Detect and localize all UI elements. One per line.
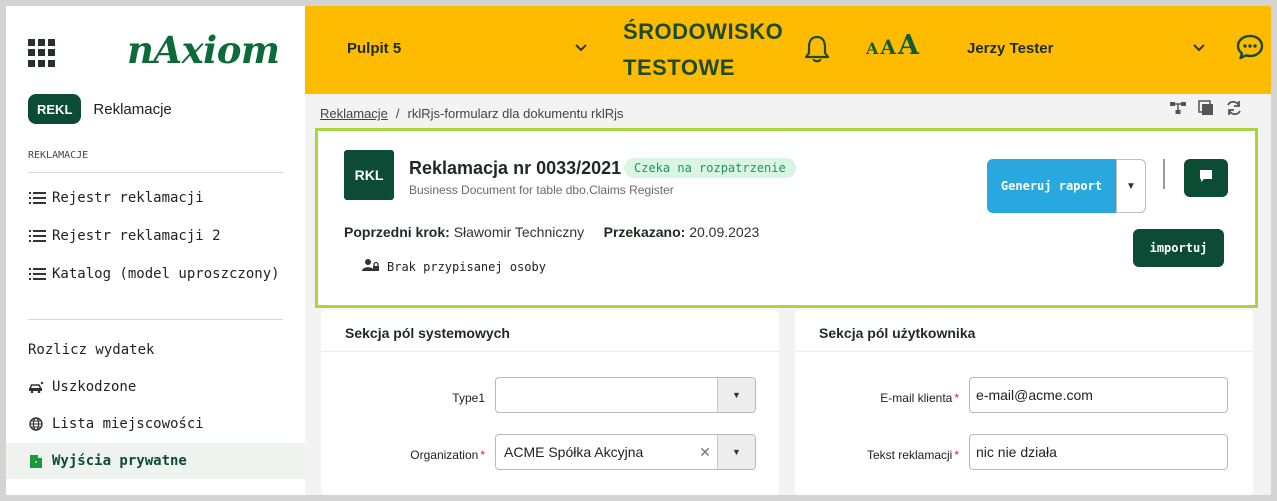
sidebar-item-rozlicz-wydatek[interactable]: Rozlicz wydatek (6, 332, 305, 368)
document-subtitle: Business Document for table dbo.Claims R… (409, 183, 674, 197)
passed-label: Przekazano: (603, 224, 686, 240)
sidebar-item-label: Rejestr reklamacji (52, 190, 204, 206)
workflow-info: Poprzedni krok: Sławomir Techniczny Prze… (344, 224, 759, 240)
hierarchy-icon[interactable] (1169, 100, 1187, 121)
divider (28, 319, 283, 320)
message-icon (1199, 169, 1213, 188)
passed-value: 20.09.2023 (689, 224, 760, 240)
email-field[interactable]: e-mail@acme.com (969, 377, 1228, 413)
refresh-icon[interactable] (1225, 100, 1243, 121)
email-label-text: E-mail klienta (880, 391, 953, 405)
caret-down-icon[interactable]: ▼ (1116, 159, 1146, 213)
generate-report-button[interactable]: Generuj raport (987, 159, 1116, 213)
sidebar-item-uszkodzone[interactable]: Uszkodzone (6, 369, 305, 405)
divider (28, 172, 283, 173)
list-icon (28, 230, 46, 242)
sidebar-item-wyjscia-prywatne[interactable]: Wyjścia prywatne (6, 443, 305, 479)
environment-label: ŚRODOWISKO TESTOWE (623, 14, 783, 86)
clear-icon[interactable]: ✕ (693, 444, 717, 461)
toolbar (1169, 100, 1243, 121)
app-logo: nAxiom (127, 28, 280, 72)
dashboard-selector[interactable]: Pulpit 5 (347, 40, 401, 57)
type1-select[interactable]: ▼ (495, 377, 756, 413)
system-fields-section: Sekcja pól systemowych Type1 ▼ Organizat… (321, 310, 779, 495)
type1-label-text: Type1 (452, 391, 485, 405)
font-medium-button[interactable]: A (880, 35, 896, 59)
module-tag: REKL (28, 94, 82, 124)
font-size-switcher[interactable]: A A A (866, 30, 919, 61)
documents-icon[interactable] (1197, 100, 1215, 121)
organization-label-text: Organization (410, 448, 479, 462)
sidebar: nAxiom REKL Reklamacje REKLAMACJE Rejest… (6, 6, 305, 495)
document-badge: RKL (344, 150, 394, 200)
caret-down-icon[interactable]: ▼ (717, 378, 755, 412)
complaint-text-field[interactable]: nic nie działa (969, 434, 1228, 470)
organization-value: ACME Spółka Akcyjna (504, 444, 644, 460)
divider (795, 351, 1253, 352)
type1-label: Type1 (361, 391, 485, 405)
breadcrumb: Reklamacje / rklRjs-formularz dla dokume… (320, 106, 624, 121)
assignee-info: Brak przypisanej osoby (362, 258, 546, 275)
module-name: Reklamacje (93, 100, 172, 118)
breadcrumb-link[interactable]: Reklamacje (320, 106, 388, 121)
sidebar-item-label: Wyjścia prywatne (52, 453, 187, 469)
chevron-down-icon[interactable] (1192, 40, 1206, 58)
status-badge: Czeka na rozpatrzenie (624, 158, 796, 178)
sidebar-item-label: Uszkodzone (52, 379, 137, 395)
required-marker: * (480, 448, 485, 462)
sidebar-item-label: Lista miejscowości (52, 416, 204, 432)
user-lock-icon (362, 258, 380, 275)
sidebar-item-rejestr-reklamacji-2[interactable]: Rejestr reklamacji 2 (6, 218, 305, 254)
apps-grid-icon[interactable] (28, 39, 56, 67)
sidebar-item-katalog[interactable]: Katalog (model uproszczony) (6, 256, 305, 292)
document-header: RKL Reklamacja nr 0033/2021 Czeka na roz… (315, 128, 1258, 308)
document-title: Reklamacja nr 0033/2021 (409, 158, 622, 178)
required-marker: * (954, 448, 959, 462)
chevron-down-icon[interactable] (574, 40, 588, 58)
user-menu[interactable]: Jerzy Tester (967, 40, 1053, 57)
comment-button[interactable] (1184, 159, 1228, 197)
user-fields-section: Sekcja pól użytkownika E-mail klienta * e… (795, 310, 1253, 495)
list-icon (28, 192, 46, 204)
complaint-text-label: Tekst reklamacji * (825, 448, 959, 462)
assignee-text: Brak przypisanej osoby (387, 259, 546, 274)
section-title: Sekcja pól systemowych (345, 325, 510, 341)
required-marker: * (954, 391, 959, 405)
section-title: Sekcja pól użytkownika (819, 325, 976, 341)
complaint-text-label-text: Tekst reklamacji (866, 448, 953, 462)
module-header: REKL Reklamacje (28, 94, 172, 124)
sidebar-item-label: Rozlicz wydatek (28, 342, 155, 358)
car-crash-icon (28, 381, 44, 393)
sidebar-item-label: Rejestr reklamacji 2 (52, 228, 221, 244)
import-button[interactable]: importuj (1133, 229, 1224, 267)
font-small-button[interactable]: A (866, 39, 878, 58)
environment-line-1: ŚRODOWISKO (623, 19, 784, 44)
bell-icon[interactable] (803, 34, 831, 69)
prev-step-label: Poprzedni krok: (344, 224, 450, 240)
sidebar-item-rejestr-reklamacji[interactable]: Rejestr reklamacji (6, 180, 305, 216)
organization-select[interactable]: ACME Spółka Akcyjna ✕ ▼ (495, 434, 756, 470)
email-label: E-mail klienta * (825, 391, 959, 405)
divider (1163, 159, 1165, 189)
breadcrumb-separator: / (395, 106, 400, 121)
prev-step-value: Sławomir Techniczny (453, 224, 585, 240)
top-bar: Pulpit 5 ŚRODOWISKO TESTOWE A A A Jerzy … (305, 6, 1271, 94)
environment-line-2: TESTOWE (623, 55, 735, 80)
organization-label: Organization * (361, 448, 485, 462)
divider (321, 351, 779, 352)
font-large-button[interactable]: A (898, 30, 919, 61)
chat-icon[interactable] (1235, 32, 1265, 67)
app-window: nAxiom REKL Reklamacje REKLAMACJE Rejest… (6, 6, 1271, 495)
caret-down-icon[interactable]: ▼ (717, 435, 755, 469)
sidebar-item-lista-miejscowosci[interactable]: Lista miejscowości (6, 406, 305, 442)
breadcrumb-current: rklRjs-formularz dla dokumentu rklRjs (407, 106, 624, 121)
generate-report-button-group: Generuj raport ▼ (987, 159, 1146, 213)
sidebar-item-label: Katalog (model uproszczony) (52, 266, 280, 282)
section-label: REKLAMACJE (28, 150, 89, 161)
globe-icon (28, 417, 44, 431)
list-icon (28, 268, 46, 280)
door-exit-icon (28, 453, 44, 469)
